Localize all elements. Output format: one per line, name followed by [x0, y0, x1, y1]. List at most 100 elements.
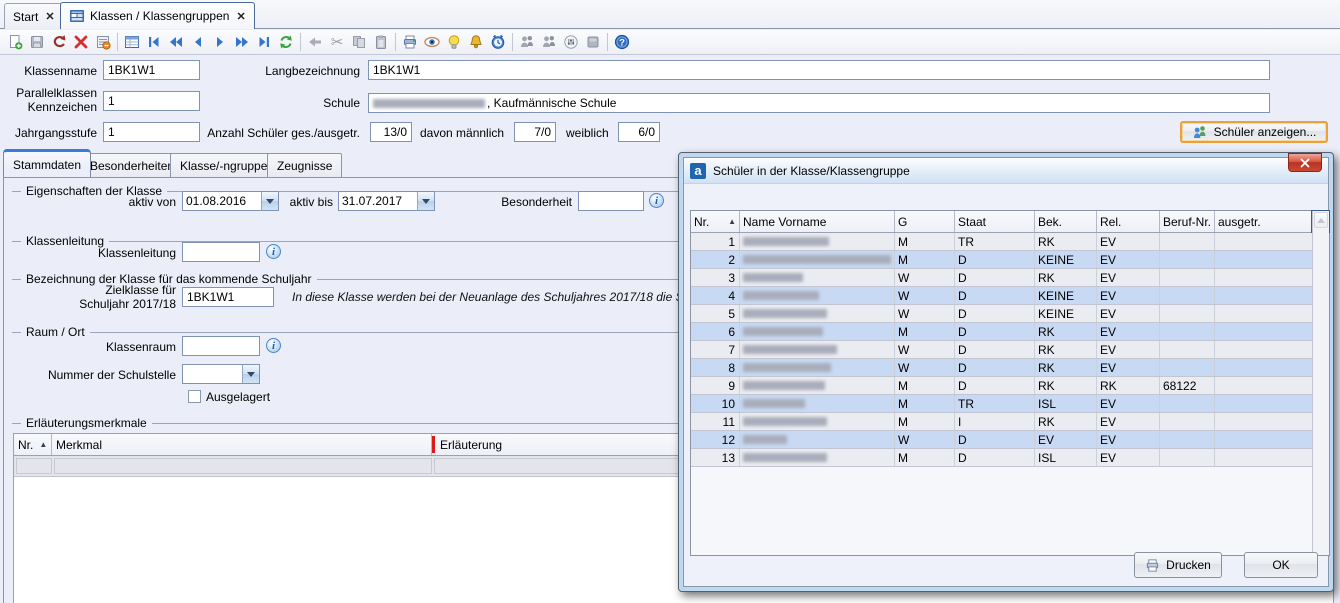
- close-icon: [1300, 158, 1310, 168]
- tab-besonderheiten[interactable]: Besonderheiten: [80, 153, 184, 177]
- student-table-row[interactable]: 3 W D RK EV: [691, 269, 1313, 287]
- hint-bulb-icon[interactable]: [443, 31, 465, 53]
- maennlich-field: 7/0: [514, 122, 556, 142]
- student-table-header[interactable]: Nr.▲ Name Vorname G Staat Bek. Rel. Beru…: [691, 211, 1312, 233]
- undo-icon[interactable]: [48, 31, 70, 53]
- tab-start[interactable]: Start ✕: [4, 3, 64, 29]
- dialog-titlebar[interactable]: a Schüler in der Klasse/Klassengruppe: [684, 158, 1328, 184]
- reminder-clock-icon[interactable]: [487, 31, 509, 53]
- redacted-student-name: [743, 417, 827, 426]
- tab-zeugnisse[interactable]: Zeugnisse: [267, 153, 342, 177]
- klassenname-label: Klassenname: [0, 64, 97, 78]
- student-table-row[interactable]: 9 M D RK RK 68122: [691, 377, 1313, 395]
- info-icon[interactable]: i: [649, 193, 664, 208]
- jahrgangsstufe-field[interactable]: 1: [103, 122, 200, 142]
- filter-settings-icon[interactable]: [560, 31, 582, 53]
- student-table-row[interactable]: 8 W D RK EV: [691, 359, 1313, 377]
- delete-icon[interactable]: [70, 31, 92, 53]
- maennlich-label: davon männlich: [420, 126, 506, 140]
- schule-field[interactable]: , Kaufmännische Schule: [368, 93, 1270, 113]
- ok-button[interactable]: OK: [1244, 552, 1318, 578]
- student-table-row[interactable]: 12 W D EV EV: [691, 431, 1313, 449]
- redacted-student-name: [743, 399, 805, 408]
- ausgelagert-checkbox[interactable]: [188, 390, 201, 403]
- student-table-row[interactable]: 10 M TR ISL EV: [691, 395, 1313, 413]
- zielklasse-label: Zielklasse fürSchuljahr 2017/18: [4, 283, 176, 311]
- tab-stammdaten[interactable]: Stammdaten: [3, 149, 91, 177]
- print-icon[interactable]: [399, 31, 421, 53]
- refresh-icon[interactable]: [275, 31, 297, 53]
- student-table-row[interactable]: 5 W D KEINE EV: [691, 305, 1313, 323]
- remove-form-icon[interactable]: [92, 31, 114, 53]
- notify-bell-icon[interactable]: [465, 31, 487, 53]
- class-form: Klassenname 1BK1W1 Langbezeichnung 1BK1W…: [0, 55, 1340, 148]
- weiblich-field: 6/0: [618, 122, 660, 142]
- toolbar-separator: [117, 33, 118, 51]
- column-insert-marker: [432, 436, 435, 453]
- redacted-school-name: [373, 99, 485, 108]
- student-table-row[interactable]: 7 W D RK EV: [691, 341, 1313, 359]
- nav-prev-icon[interactable]: [187, 31, 209, 53]
- chevron-down-icon[interactable]: [417, 192, 434, 210]
- chevron-down-icon[interactable]: [261, 192, 278, 210]
- anzahl-schueler-label: Anzahl Schüler ges./ausgetr.: [200, 126, 360, 140]
- schulstelle-combo[interactable]: [182, 364, 260, 384]
- column-header-rel: Rel.: [1097, 211, 1160, 232]
- column-header-staat: Staat: [955, 211, 1035, 232]
- student-table-row[interactable]: 1 M TR RK EV: [691, 233, 1313, 251]
- toolbar-separator: [395, 33, 396, 51]
- info-icon[interactable]: i: [266, 338, 281, 353]
- table-scrollbar[interactable]: [1312, 211, 1329, 555]
- scroll-up-icon[interactable]: [1314, 212, 1328, 228]
- drucken-button[interactable]: Drucken: [1134, 552, 1222, 578]
- svg-text:?: ?: [619, 37, 625, 48]
- redacted-student-name: [743, 255, 891, 264]
- column-header-bek: Bek.: [1035, 211, 1097, 232]
- nav-first-icon[interactable]: [143, 31, 165, 53]
- cut-icon: ✂: [326, 31, 348, 53]
- chevron-down-icon[interactable]: [242, 365, 259, 383]
- parallelklassen-field[interactable]: 1: [103, 91, 200, 111]
- help-icon[interactable]: ?: [611, 31, 633, 53]
- dialog-close-button[interactable]: [1288, 153, 1322, 172]
- document-tabbar: Start ✕ Klassen / Klassengruppen ✕: [0, 0, 1340, 29]
- preview-eye-icon[interactable]: [421, 31, 443, 53]
- students-group-2-icon: [538, 31, 560, 53]
- record-list-icon[interactable]: [121, 31, 143, 53]
- redacted-student-name: [743, 345, 837, 354]
- column-header-name: Name Vorname: [740, 211, 895, 232]
- info-icon[interactable]: i: [266, 244, 281, 259]
- klassenraum-field[interactable]: [182, 336, 260, 356]
- zielklasse-field[interactable]: 1BK1W1: [182, 287, 274, 307]
- besonderheit-field[interactable]: [578, 191, 644, 211]
- parallelklassen-label: ParallelklassenKennzeichen: [0, 86, 97, 114]
- close-tab-icon[interactable]: ✕: [236, 10, 245, 23]
- klassenname-field[interactable]: 1BK1W1: [103, 60, 200, 80]
- new-record-icon[interactable]: [4, 31, 26, 53]
- nav-last-icon[interactable]: [253, 31, 275, 53]
- nav-next-fast-icon[interactable]: [231, 31, 253, 53]
- student-table-row[interactable]: 2 M D KEINE EV: [691, 251, 1313, 269]
- nav-prev-fast-icon[interactable]: [165, 31, 187, 53]
- close-tab-icon[interactable]: ✕: [45, 10, 54, 23]
- students-icon: [1192, 124, 1208, 140]
- schueler-anzeigen-button[interactable]: Schüler anzeigen...: [1180, 121, 1328, 143]
- nav-next-icon[interactable]: [209, 31, 231, 53]
- redacted-student-name: [743, 291, 819, 300]
- subtab-strip: Stammdaten Besonderheiten Klasse/-ngrupp…: [0, 148, 676, 177]
- redacted-student-name: [743, 273, 803, 282]
- column-header-nr: Nr.▲: [691, 211, 740, 232]
- klassenraum-label: Klassenraum: [4, 340, 176, 354]
- weiblich-label: weiblich: [566, 126, 612, 140]
- redacted-student-name: [743, 363, 831, 372]
- student-table-row[interactable]: 6 M D RK EV: [691, 323, 1313, 341]
- student-table-row[interactable]: 4 W D KEINE EV: [691, 287, 1313, 305]
- student-table-row[interactable]: 11 M I RK EV: [691, 413, 1313, 431]
- aktiv-von-combo[interactable]: 01.08.2016: [182, 191, 279, 211]
- klassenleitung-field[interactable]: [182, 242, 260, 262]
- student-table-row[interactable]: 13 M D ISL EV: [691, 449, 1313, 467]
- langbezeichnung-field[interactable]: 1BK1W1: [368, 60, 1270, 80]
- dialog-title: Schüler in der Klasse/Klassengruppe: [713, 164, 910, 178]
- aktiv-bis-combo[interactable]: 31.07.2017: [338, 191, 435, 211]
- tab-klassen-klassengruppen[interactable]: Klassen / Klassengruppen ✕: [60, 2, 255, 29]
